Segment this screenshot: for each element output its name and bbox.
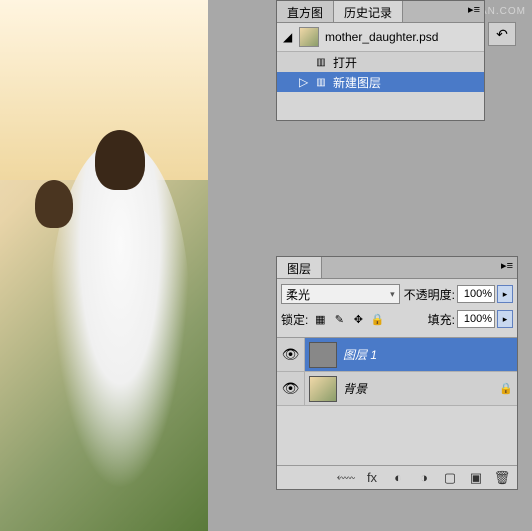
layer-mask-icon[interactable]: ◐: [389, 469, 407, 487]
layers-panel-tabs: 图层 ▸≡: [277, 257, 517, 279]
adjustment-layer-icon[interactable]: ◑: [415, 469, 433, 487]
layer-group-icon[interactable]: ▢: [441, 469, 459, 487]
document-icon: ▥: [313, 75, 329, 89]
history-item-label: 打开: [333, 54, 357, 71]
history-item-new-layer[interactable]: ▷ ▥ 新建图层: [277, 72, 484, 92]
new-layer-icon[interactable]: ▣: [467, 469, 485, 487]
document-name: mother_daughter.psd: [325, 30, 438, 44]
chevron-down-icon: ▾: [390, 289, 395, 300]
history-active-icon: ▷: [299, 75, 313, 89]
history-panel-tabs: 直方图 历史记录 ▸≡: [277, 1, 484, 23]
layer-visibility-icon[interactable]: 👁: [277, 338, 305, 372]
layer-name: 背景: [343, 380, 367, 397]
opacity-label: 不透明度:: [404, 286, 455, 303]
panel-menu-icon[interactable]: ▸≡: [497, 257, 517, 278]
snapshot-marker-icon[interactable]: ◢: [283, 30, 299, 44]
photo-subject: [35, 180, 73, 228]
layer-thumbnail: [309, 342, 337, 368]
history-snapshot-button[interactable]: ↶: [488, 22, 516, 46]
document-canvas[interactable]: [0, 0, 208, 531]
history-item-open[interactable]: ▥ 打开: [277, 52, 484, 72]
history-items: ▥ 打开 ▷ ▥ 新建图层: [277, 52, 484, 92]
lock-transparency-icon[interactable]: ▦: [312, 311, 328, 327]
layers-panel: 图层 ▸≡ 柔光 ▾ 不透明度: ▸ 锁定: ▦ ✎ ✥ 🔒 填充:: [276, 256, 518, 490]
lock-label: 锁定:: [281, 311, 308, 328]
tab-layers[interactable]: 图层: [277, 257, 322, 278]
history-side-buttons: ↶: [488, 22, 518, 48]
layer-fx-icon[interactable]: fx: [363, 469, 381, 487]
fill-label: 填充:: [428, 311, 455, 328]
lock-all-icon[interactable]: 🔒: [369, 311, 385, 327]
tab-histogram[interactable]: 直方图: [277, 1, 334, 22]
tab-history[interactable]: 历史记录: [334, 1, 403, 22]
delete-layer-icon[interactable]: 🗑: [493, 469, 511, 487]
blend-mode-value: 柔光: [286, 286, 310, 303]
layer-main[interactable]: 背景 🔒: [305, 372, 517, 405]
layers-footer: ⬳ fx ◐ ◑ ▢ ▣ 🗑: [277, 465, 517, 489]
document-icon: ▥: [313, 55, 329, 69]
document-thumbnail: [299, 27, 319, 47]
fill-input[interactable]: [457, 310, 495, 328]
layers-list: 👁 图层 1 👁 背景 🔒: [277, 337, 517, 406]
history-panel: 直方图 历史记录 ▸≡ ◢ mother_daughter.psd ▥ 打开 ▷…: [276, 0, 485, 121]
layer-thumbnail: [309, 376, 337, 402]
layers-controls: 柔光 ▾ 不透明度: ▸ 锁定: ▦ ✎ ✥ 🔒 填充: ▸: [277, 279, 517, 337]
lock-position-icon[interactable]: ✥: [350, 311, 366, 327]
fill-slider-button[interactable]: ▸: [497, 310, 513, 328]
photo-subject: [95, 130, 145, 190]
opacity-input[interactable]: [457, 285, 495, 303]
opacity-slider-button[interactable]: ▸: [497, 285, 513, 303]
blend-mode-select[interactable]: 柔光 ▾: [281, 284, 400, 304]
lock-pixels-icon[interactable]: ✎: [331, 311, 347, 327]
layer-visibility-icon[interactable]: 👁: [277, 372, 305, 406]
history-item-label: 新建图层: [333, 74, 381, 91]
layer-main[interactable]: 图层 1: [305, 338, 517, 371]
history-document-row[interactable]: ◢ mother_daughter.psd: [277, 23, 484, 52]
layer-name: 图层 1: [343, 346, 377, 363]
layer-row[interactable]: 👁 图层 1: [277, 338, 517, 372]
layer-row[interactable]: 👁 背景 🔒: [277, 372, 517, 406]
link-layers-icon[interactable]: ⬳: [337, 469, 355, 487]
panel-menu-icon[interactable]: ▸≡: [464, 1, 484, 22]
lock-icon: 🔒: [499, 382, 513, 395]
